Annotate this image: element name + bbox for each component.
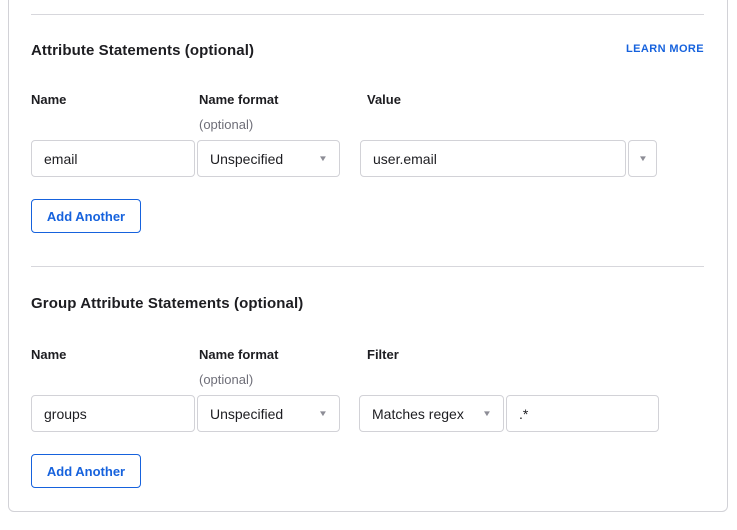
chevron-down-icon: ▼ bbox=[318, 410, 328, 418]
group-filter-type-select[interactable]: Matches regex ▼ bbox=[359, 395, 504, 432]
form-panel bbox=[8, 0, 728, 512]
attribute-statements-title: Attribute Statements (optional) bbox=[31, 42, 254, 60]
section-divider-middle bbox=[31, 266, 704, 267]
group-filter-column-label: Filter bbox=[367, 347, 399, 362]
chevron-down-icon: ▼ bbox=[638, 155, 648, 163]
group-add-another-button[interactable]: Add Another bbox=[31, 454, 141, 488]
group-filter-type-selected-value: Matches regex bbox=[372, 406, 464, 422]
attr-name-format-select[interactable]: Unspecified ▼ bbox=[197, 140, 340, 177]
group-name-format-select[interactable]: Unspecified ▼ bbox=[197, 395, 340, 432]
chevron-down-icon: ▼ bbox=[482, 410, 492, 418]
attr-name-format-column-label: Name format bbox=[199, 92, 278, 107]
group-filter-value-input[interactable] bbox=[506, 395, 659, 432]
group-name-format-selected-value: Unspecified bbox=[210, 406, 283, 422]
attr-name-column-label: Name bbox=[31, 92, 66, 107]
group-name-column-label: Name bbox=[31, 347, 66, 362]
attr-name-format-selected-value: Unspecified bbox=[210, 151, 283, 167]
attr-value-column-label: Value bbox=[367, 92, 401, 107]
attr-value-input[interactable] bbox=[360, 140, 626, 177]
attr-name-input[interactable] bbox=[31, 140, 195, 177]
group-attribute-statements-title: Group Attribute Statements (optional) bbox=[31, 295, 303, 313]
attr-add-another-button[interactable]: Add Another bbox=[31, 199, 141, 233]
chevron-down-icon: ▼ bbox=[318, 155, 328, 163]
settings-page: Attribute Statements (optional) LEARN MO… bbox=[0, 0, 737, 530]
attr-value-dropdown-button[interactable]: ▼ bbox=[628, 140, 657, 177]
section-divider-top bbox=[31, 14, 704, 15]
attr-name-format-optional-note: (optional) bbox=[199, 117, 253, 132]
group-name-format-column-label: Name format bbox=[199, 347, 278, 362]
group-name-input[interactable] bbox=[31, 395, 195, 432]
learn-more-link[interactable]: LEARN MORE bbox=[626, 43, 704, 56]
group-name-format-optional-note: (optional) bbox=[199, 372, 253, 387]
